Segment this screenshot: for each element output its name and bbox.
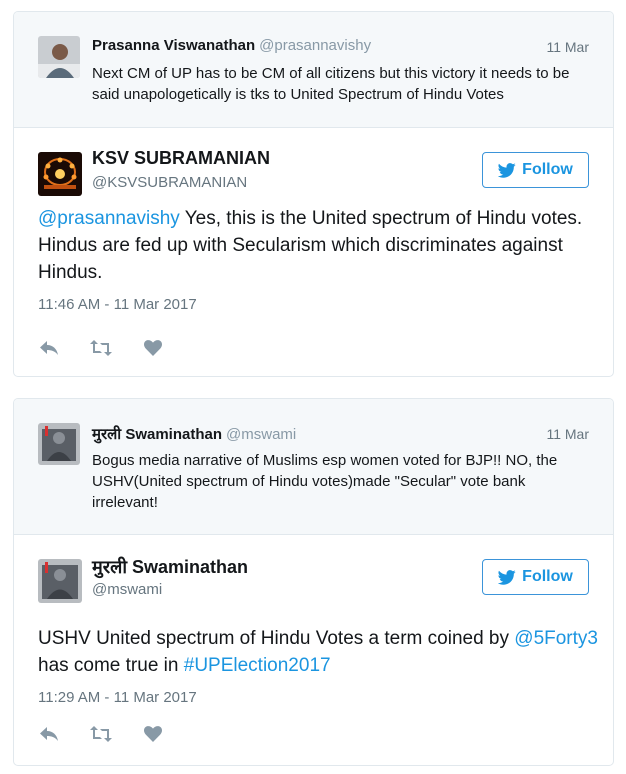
bird-icon — [498, 569, 516, 585]
avatar[interactable] — [38, 423, 80, 465]
author-handle[interactable]: @mswami — [92, 581, 162, 598]
avatar[interactable] — [38, 36, 80, 78]
heart-icon[interactable] — [142, 338, 164, 358]
quoted-author-name[interactable]: मुरली Swaminathan — [92, 426, 222, 443]
follow-label: Follow — [522, 568, 573, 585]
quoted-date[interactable]: 11 Mar — [546, 426, 589, 442]
author-name[interactable]: मुरली Swaminathan — [92, 555, 248, 579]
quoted-author-name[interactable]: Prasanna Viswanathan — [92, 37, 255, 54]
reply-icon[interactable] — [38, 724, 60, 744]
quoted-author[interactable]: Prasanna Viswanathan @prasannavishy — [92, 37, 371, 54]
tweet-card: मुरली Swaminathan @mswami 11 Mar Bogus me… — [13, 398, 614, 766]
quoted-tweet[interactable]: मुरली Swaminathan @mswami 11 Mar Bogus me… — [14, 399, 613, 535]
mention-link[interactable]: @5Forty3 — [514, 628, 598, 649]
avatar[interactable] — [38, 559, 82, 603]
tweet-text: USHV United spectrum of Hindu Votes a te… — [38, 625, 598, 679]
retweet-icon[interactable] — [90, 724, 112, 744]
quoted-tweet[interactable]: Prasanna Viswanathan @prasannavishy 11 Ma… — [14, 12, 613, 128]
hashtag-link[interactable]: #UPElection2017 — [184, 655, 331, 676]
tweet-card: Prasanna Viswanathan @prasannavishy 11 Ma… — [13, 11, 614, 377]
tweet-actions — [38, 338, 164, 358]
tweet-body-lead: USHV United spectrum of Hindu Votes a te… — [38, 628, 515, 649]
author-handle[interactable]: @KSVSUBRAMANIAN — [92, 174, 247, 191]
timestamp[interactable]: 11:46 AM - 11 Mar 2017 — [38, 296, 197, 313]
bird-icon — [498, 162, 516, 178]
quoted-author-handle[interactable]: @prasannavishy — [259, 37, 371, 54]
quoted-text: Next CM of UP has to be CM of all citize… — [92, 65, 570, 103]
tweet-actions — [38, 724, 164, 744]
quoted-text: Bogus media narrative of Muslims esp wom… — [92, 452, 558, 511]
quoted-author-handle[interactable]: @mswami — [226, 426, 296, 443]
retweet-icon[interactable] — [90, 338, 112, 358]
tweet-text: @prasannavishy Yes, this is the United s… — [38, 205, 598, 286]
follow-label: Follow — [522, 161, 573, 178]
follow-button[interactable]: Follow — [482, 152, 589, 188]
avatar[interactable] — [38, 152, 82, 196]
timestamp[interactable]: 11:29 AM - 11 Mar 2017 — [38, 689, 197, 706]
quoted-date[interactable]: 11 Mar — [546, 39, 589, 55]
follow-button[interactable]: Follow — [482, 559, 589, 595]
quoted-author[interactable]: मुरली Swaminathan @mswami — [92, 424, 296, 444]
mention-link[interactable]: @prasannavishy — [38, 208, 180, 229]
author-name[interactable]: KSV SUBRAMANIAN — [92, 148, 270, 169]
heart-icon[interactable] — [142, 724, 164, 744]
tweet-body-middle: has come true in — [38, 655, 184, 676]
reply-icon[interactable] — [38, 338, 60, 358]
